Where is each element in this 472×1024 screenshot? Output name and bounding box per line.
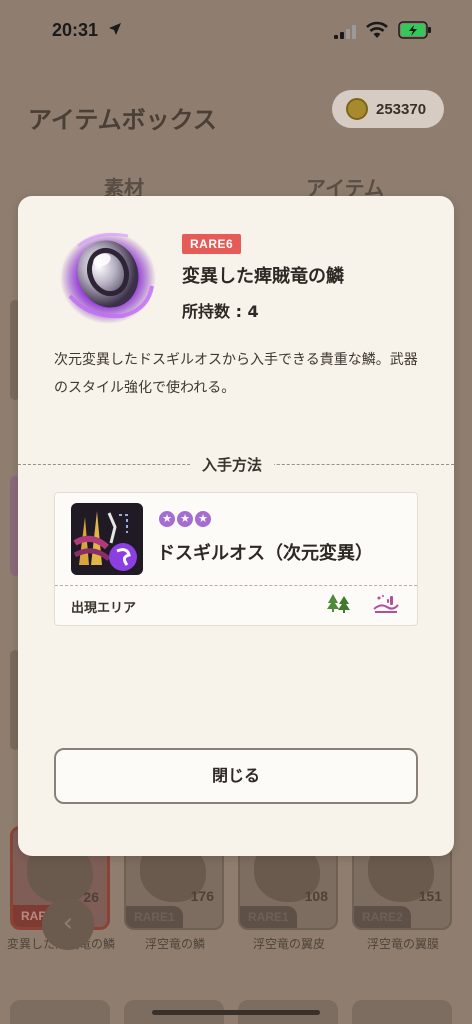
- page-title: アイテムボックス: [28, 106, 217, 134]
- desert-icon: [373, 593, 399, 617]
- item-count: 151: [418, 888, 442, 904]
- area-label: 出現エリア: [71, 601, 137, 616]
- cell-signal-icon: [334, 24, 356, 43]
- bg-card-bottom: [352, 1000, 452, 1024]
- status-time: 20:31: [52, 20, 99, 40]
- item-quantity: 所持数 : 4: [182, 302, 259, 321]
- bg-card-bottom: [10, 1000, 110, 1024]
- item-count: 108: [304, 888, 328, 904]
- rarity-tag: RARE1: [126, 906, 183, 928]
- rarity-tag: RARE2: [354, 906, 411, 928]
- battery-icon: [398, 21, 432, 43]
- section-label: 入手方法: [190, 454, 275, 475]
- star-icon: ★: [195, 511, 211, 527]
- coin-value: 253370: [376, 100, 427, 118]
- coin-icon: [346, 98, 368, 120]
- scale-item-icon: [58, 226, 158, 326]
- location-arrow-icon: [108, 21, 122, 40]
- rarity-badge: RARE6: [182, 234, 242, 254]
- back-button[interactable]: ‹: [42, 898, 94, 950]
- monster-icon: [71, 503, 143, 575]
- status-bar: 20:31: [0, 0, 472, 60]
- item-detail-modal: RARE6 変異した痺賊竜の鱗 所持数 : 4 次元変異したドスギルオスから入手…: [18, 196, 454, 856]
- close-button[interactable]: 閉じる: [54, 748, 418, 804]
- item-name: 変異した痺賊竜の鱗: [182, 266, 344, 287]
- card-divider: [55, 585, 417, 586]
- source-card[interactable]: ★ ★ ★ ドスギルオス（次元変異） 出現エリア: [54, 492, 418, 626]
- home-indicator[interactable]: [152, 1010, 320, 1015]
- grid-item-name: 浮空竜の鱗: [144, 937, 205, 951]
- monster-name: ドスギルオス（次元変異）: [157, 543, 373, 564]
- star-icon: ★: [177, 511, 193, 527]
- wifi-icon: [366, 21, 388, 43]
- difficulty-stars: ★ ★ ★: [159, 511, 211, 527]
- coin-balance: 253370: [332, 90, 444, 128]
- chevron-left-icon: ‹: [62, 908, 74, 938]
- item-count: 26: [83, 889, 99, 905]
- forest-icon: [327, 593, 351, 617]
- rarity-tag: RARE1: [240, 906, 297, 928]
- item-count: 176: [190, 888, 214, 904]
- item-description: 次元変異したドスギルオスから入手できる貴重な鱗。武器のスタイル強化で使われる。: [54, 352, 418, 396]
- grid-item-name: 浮空竜の翼皮: [252, 937, 325, 951]
- grid-item-name: 浮空竜の翼膜: [366, 937, 439, 951]
- star-icon: ★: [159, 511, 175, 527]
